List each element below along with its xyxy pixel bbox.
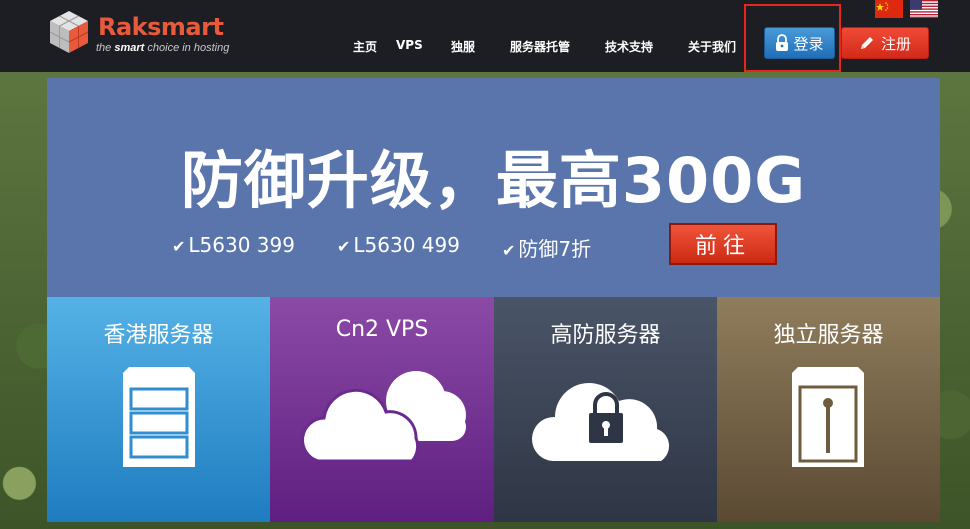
nav-item-colocation[interactable]: 服务器托管	[510, 38, 570, 55]
tile-cn2-vps[interactable]: Cn2 VPS	[270, 297, 494, 522]
cloud-lock-icon	[531, 383, 670, 461]
nav-item-about[interactable]: 关于我们	[688, 38, 736, 55]
tile-hongkong-server[interactable]: 香港服务器	[47, 297, 270, 522]
brand-tagline: the smart choice in hosting	[96, 42, 230, 54]
server-tower-icon	[792, 367, 864, 467]
nav-item-support[interactable]: 技术支持	[605, 38, 653, 55]
tile-title: Cn2 VPS	[335, 317, 429, 342]
nav-item-vps[interactable]: VPS	[396, 38, 423, 52]
promo-item-3[interactable]: ✔ 防御7折	[502, 233, 591, 262]
pencil-icon	[860, 37, 873, 49]
login-button[interactable]: 登录	[764, 27, 835, 59]
nav-item-dedicated[interactable]: 独服	[451, 38, 475, 55]
site-header: Raksmart the smart choice in hosting 主页 …	[0, 0, 970, 72]
nav-item-home[interactable]: 主页	[353, 38, 377, 55]
brand-name: Raksmart	[98, 13, 224, 41]
tile-ddos-server[interactable]: 高防服务器	[494, 297, 717, 522]
lock-icon	[776, 34, 789, 51]
tile-dedicated-server[interactable]: 独立服务器	[717, 297, 940, 522]
register-button[interactable]: 注册	[841, 27, 929, 59]
banner-title: 防御升级，最高300G	[180, 144, 807, 217]
tile-title: 高防服务器	[550, 323, 661, 348]
login-label: 登录	[793, 34, 824, 53]
check-icon: ✔	[337, 237, 351, 256]
check-icon: ✔	[502, 241, 516, 260]
promo-banner: 防御升级，最高300G ✔ L5630 399 ✔ L5630 499 ✔ 防御7折 …	[47, 78, 940, 297]
go-button[interactable]: 前往	[669, 223, 777, 265]
server-rack-icon	[123, 367, 195, 467]
tile-title: 香港服务器	[103, 323, 214, 348]
check-icon: ✔	[172, 237, 186, 256]
cube-logo-icon	[49, 11, 89, 53]
promo-item-1[interactable]: ✔ L5630 399	[172, 233, 295, 257]
tile-title: 独立服务器	[773, 323, 884, 348]
promo-item-2[interactable]: ✔ L5630 499	[337, 233, 460, 257]
cloud-icon	[301, 371, 466, 463]
register-label: 注册	[880, 34, 911, 53]
us-flag-icon[interactable]	[910, 0, 938, 18]
logo[interactable]: Raksmart the smart choice in hosting	[46, 9, 230, 57]
china-flag-icon[interactable]	[875, 0, 903, 18]
